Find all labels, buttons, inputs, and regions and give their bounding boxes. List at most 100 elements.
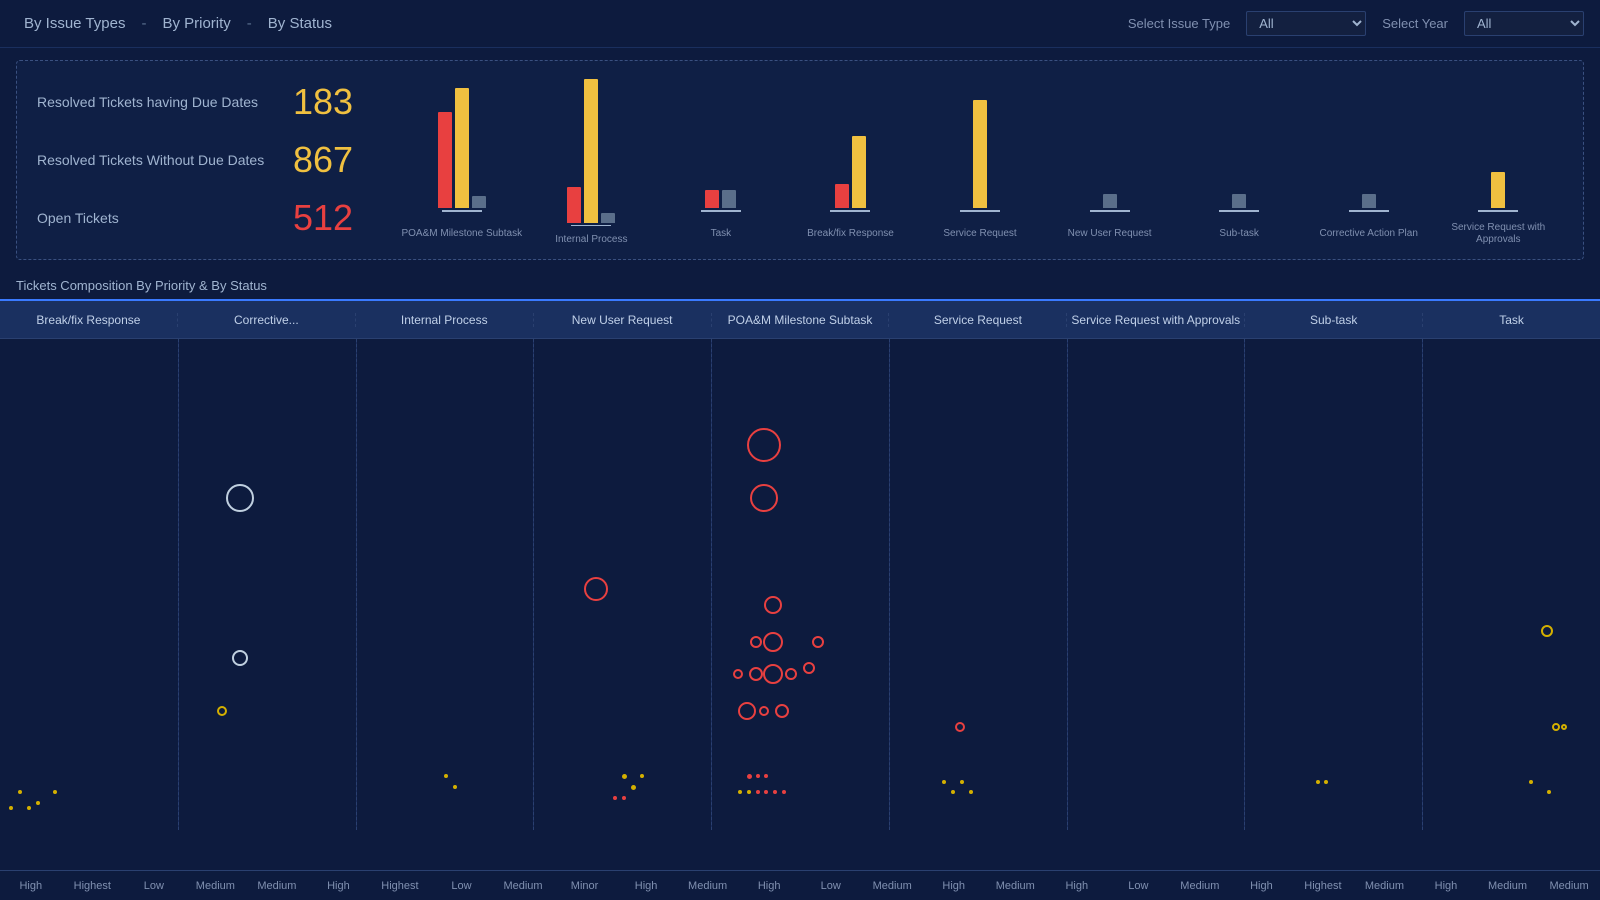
bar-gray (1232, 194, 1246, 208)
nav-by-issue-types[interactable]: By Issue Types (16, 11, 133, 36)
bar-group: Internal Process (527, 83, 657, 247)
bar-group-label: Internal Process (555, 234, 627, 247)
nav-by-status[interactable]: By Status (260, 11, 340, 36)
scatter-col-header: Internal Process (356, 313, 534, 327)
scatter-dot (622, 796, 626, 800)
x-axis-label: Medium (246, 880, 308, 892)
top-navigation: By Issue Types - By Priority - By Status… (0, 0, 1600, 48)
x-axis-label: Low (800, 880, 862, 892)
select-issue-type[interactable]: All (1246, 11, 1366, 36)
x-axis-label: Medium (1354, 880, 1416, 892)
scatter-bubble (733, 669, 743, 679)
x-axis-label: High (308, 880, 370, 892)
stat-resolved-with-due: Resolved Tickets having Due Dates 183 (37, 81, 397, 123)
stat-open-tickets: Open Tickets 512 (37, 197, 397, 239)
scatter-dot (942, 780, 946, 784)
nav-by-priority[interactable]: By Priority (154, 11, 238, 36)
scatter-bubble (764, 596, 782, 614)
scatter-col-header: Sub-task (1245, 313, 1423, 327)
bar-red (438, 112, 452, 208)
scatter-col-header: POA&M Milestone Subtask (712, 313, 890, 327)
scatter-dot (1324, 780, 1328, 784)
scatter-dot (1529, 780, 1533, 784)
x-axis-label: Medium (1477, 880, 1539, 892)
stat-resolved-nodue-value: 867 (293, 139, 373, 181)
x-axis-label: Medium (677, 880, 739, 892)
bar-yellow (852, 136, 866, 208)
x-axis-label: Highest (62, 880, 124, 892)
scatter-dot (27, 806, 31, 810)
bar-gray (472, 196, 486, 208)
scatter-dot (960, 780, 964, 784)
x-axis-label: Medium (861, 880, 923, 892)
scatter-bubble (812, 636, 824, 648)
bar-group: Corrective Action Plan (1304, 83, 1434, 247)
x-axis-label: High (1415, 880, 1477, 892)
stat-open-value: 512 (293, 197, 373, 239)
bar-yellow (455, 88, 469, 208)
scatter-bubble (749, 667, 763, 681)
x-axis-label: Low (123, 880, 185, 892)
scatter-dot (36, 801, 40, 805)
scatter-bubble (738, 702, 756, 720)
x-axis-label: Medium (185, 880, 247, 892)
x-axis-label: Minor (554, 880, 616, 892)
bar-group-label: POA&M Milestone Subtask (401, 220, 522, 247)
scatter-dot (773, 790, 777, 794)
scatter-dot (764, 790, 768, 794)
bar-group-label: Sub-task (1219, 220, 1258, 247)
scatter-bubble (1561, 724, 1567, 730)
bar-baseline (442, 210, 482, 212)
x-axis-label: High (738, 880, 800, 892)
select-issue-label: Select Issue Type (1128, 16, 1230, 31)
bar-group-label: Task (711, 220, 732, 247)
bar-yellow (973, 100, 987, 208)
col-divider (356, 339, 357, 830)
scatter-col-header: Corrective... (178, 313, 356, 327)
bar-group-label: Service Request (943, 220, 1016, 247)
scatter-dot (738, 790, 742, 794)
stat-resolved-without-due: Resolved Tickets Without Due Dates 867 (37, 139, 397, 181)
scatter-bubble (750, 636, 762, 648)
col-divider (533, 339, 534, 830)
scatter-bubble (232, 650, 248, 666)
x-axis-label: High (0, 880, 62, 892)
scatter-dot (631, 785, 636, 790)
scatter-bubble (747, 428, 781, 462)
bar-group: New User Request (1045, 83, 1175, 247)
scatter-bubble (785, 668, 797, 680)
bar-baseline (830, 210, 870, 212)
scatter-col-header: Break/fix Response (0, 313, 178, 327)
scatter-dot (782, 790, 786, 794)
x-axis-label: High (615, 880, 677, 892)
scatter-bubble (226, 484, 254, 512)
select-year[interactable]: All (1464, 11, 1584, 36)
bar-group: Service Request with Approvals (1434, 83, 1564, 247)
bar-baseline (1349, 210, 1389, 212)
x-axis-label: Low (431, 880, 493, 892)
x-axis-label: Highest (1292, 880, 1354, 892)
scatter-column-headers: Break/fix ResponseCorrective...Internal … (0, 299, 1600, 339)
scatter-col-header: Service Request with Approvals (1067, 313, 1245, 327)
scatter-body (0, 339, 1600, 870)
scatter-dot (622, 774, 627, 779)
stat-resolved-nodue-label: Resolved Tickets Without Due Dates (37, 152, 277, 168)
scatter-dot (1547, 790, 1551, 794)
bar-gray (1103, 194, 1117, 208)
col-divider (711, 339, 712, 830)
bar-gray (1362, 194, 1376, 208)
bar-baseline (1090, 210, 1130, 212)
col-divider (178, 339, 179, 830)
col-divider (1067, 339, 1068, 830)
scatter-dot (613, 796, 617, 800)
scatter-section-title: Tickets Composition By Priority & By Sta… (0, 272, 1600, 299)
bar-gray (601, 213, 615, 223)
scatter-dot (444, 774, 448, 778)
bar-baseline (571, 225, 611, 226)
bar-baseline (701, 210, 741, 212)
bar-gray (722, 190, 736, 208)
scatter-dot (9, 806, 13, 810)
x-axis-label: Medium (492, 880, 554, 892)
x-axis-label: High (1231, 880, 1293, 892)
x-axis-label: Low (1108, 880, 1170, 892)
